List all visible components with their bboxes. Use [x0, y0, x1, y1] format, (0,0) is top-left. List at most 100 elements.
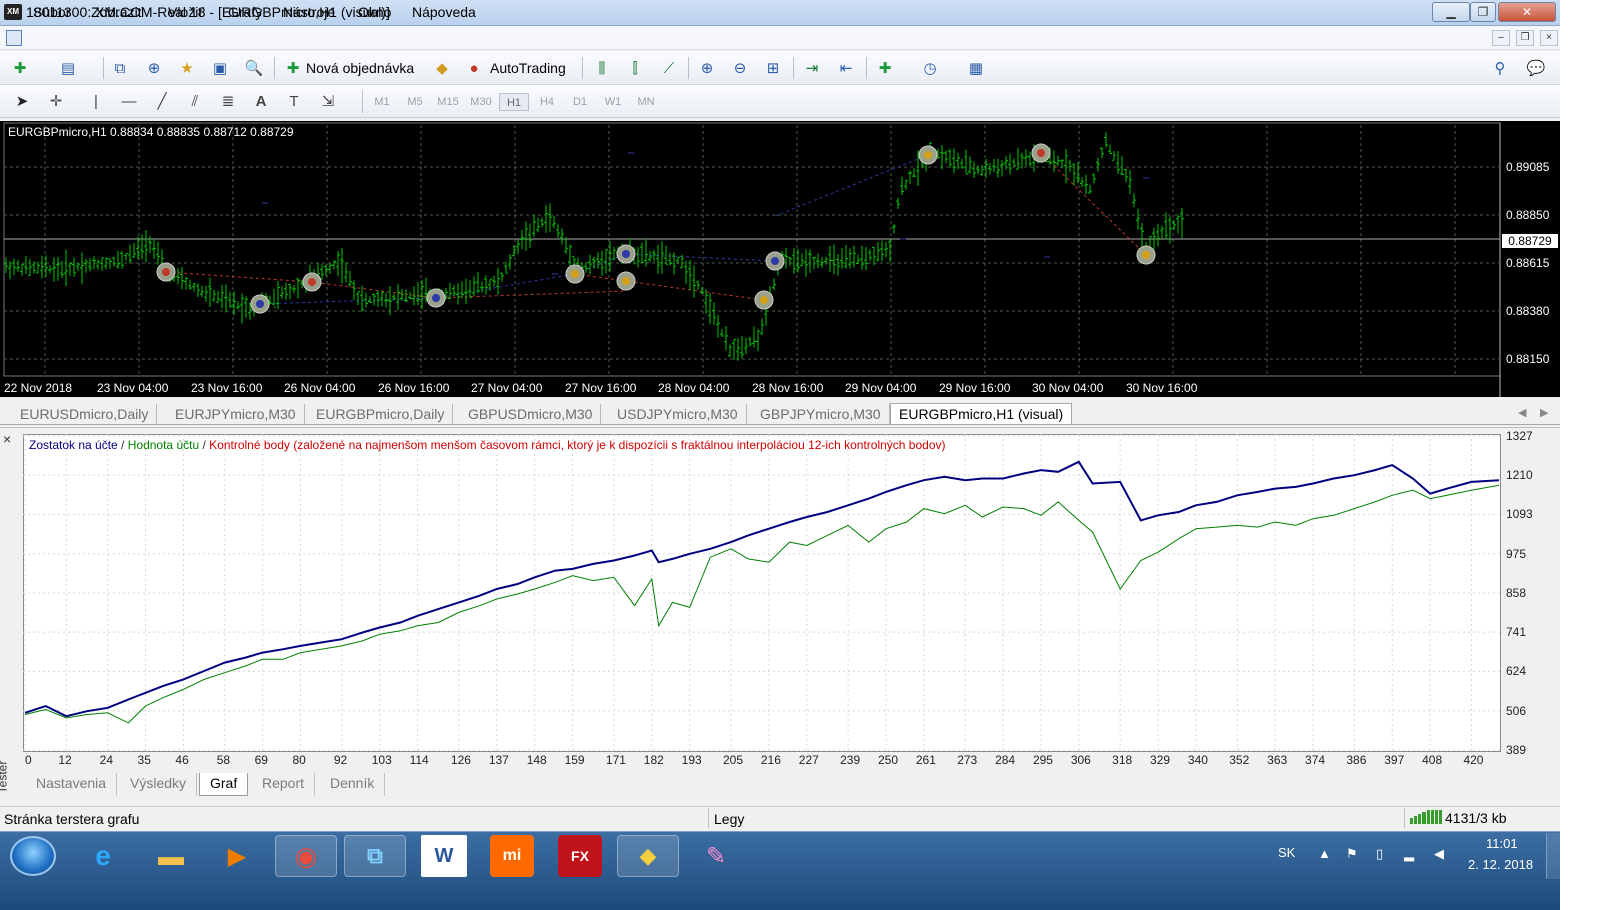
file-explorer-icon[interactable]: ▬ [140, 835, 202, 877]
chart-tab-eurgbp-daily[interactable]: EURGBPmicro,Daily [308, 404, 454, 425]
graph-x-tick-label: 137 [488, 753, 509, 767]
language-indicator[interactable]: SK [1278, 845, 1295, 860]
auto-scroll-icon[interactable]: ⇥ [800, 56, 824, 80]
chart-tab-usdjpy-m30[interactable]: USDJPYmicro,M30 [609, 404, 747, 425]
timeframe-mn[interactable]: MN [631, 93, 661, 111]
graph-y-tick-label: 1210 [1506, 468, 1533, 483]
show-desktop-button[interactable] [1546, 833, 1560, 879]
app-logo-icon[interactable]: XM [4, 4, 22, 20]
new-order-button[interactable]: Nová objednávka [306, 60, 414, 76]
tab-scroll-left-icon[interactable]: ◀ [1518, 406, 1526, 419]
arrows-icon[interactable]: ⇲ [316, 89, 340, 113]
indicators-icon[interactable]: ✚ [873, 56, 897, 80]
tile-windows-icon[interactable]: ⊞ [761, 56, 785, 80]
strategy-tester-icon[interactable]: 🔍 [242, 56, 266, 80]
toolbar-separator [793, 57, 794, 79]
graph-x-tick-label: 171 [605, 753, 626, 767]
clock-date[interactable]: 2. 12. 2018 [1468, 857, 1533, 872]
bar-chart-icon[interactable]: ⫼ [590, 56, 614, 80]
tester-tab-graph[interactable]: Graf [199, 773, 249, 796]
new-order-icon[interactable]: ✚ [281, 56, 305, 80]
text-tool-icon[interactable]: A [249, 89, 273, 113]
mdi-restore-icon[interactable]: ❐ [1516, 30, 1534, 46]
word-icon[interactable]: W [421, 835, 467, 877]
show-hidden-icons-icon[interactable]: ▲ [1318, 846, 1331, 861]
action-center-flag-icon[interactable]: ⚑ [1346, 846, 1358, 862]
maximize-icon[interactable]: ❐ [1470, 2, 1496, 22]
chart-tab-eurusd-daily[interactable]: EURUSDmicro,Daily [12, 404, 158, 425]
horizontal-line-icon[interactable]: — [117, 89, 141, 113]
chart-tab-gbpusd-m30[interactable]: GBPUSDmicro,M30 [460, 404, 602, 425]
tester-tab-results[interactable]: Výsledky [120, 773, 198, 796]
menu-file[interactable]: Súbor [33, 4, 70, 20]
tester-tab-report[interactable]: Report [252, 773, 316, 796]
close-icon[interactable]: ✕ [1498, 2, 1556, 22]
menu-charts[interactable]: Grafy [228, 4, 262, 20]
periods-icon[interactable]: ◷ [918, 56, 942, 80]
timeframe-w1[interactable]: W1 [598, 93, 628, 111]
timeframe-h4[interactable]: H4 [532, 93, 562, 111]
timeframe-m5[interactable]: M5 [400, 93, 430, 111]
volume-icon[interactable]: ◀ [1434, 846, 1444, 862]
minimize-icon[interactable]: ▁ [1432, 2, 1470, 22]
metaeditor-icon[interactable]: ◆ [430, 56, 454, 80]
zoom-in-icon[interactable]: ⊕ [695, 56, 719, 80]
device-icon[interactable]: ▯ [1376, 846, 1383, 862]
menu-window[interactable]: Okno [358, 4, 391, 20]
tester-tab-journal[interactable]: Denník [320, 773, 386, 796]
fxpro-icon[interactable]: FX [558, 835, 602, 877]
timeframe-m15[interactable]: M15 [433, 93, 463, 111]
chrome-icon[interactable]: ◉ [275, 835, 337, 877]
chart-tab-eurgbp-h1-visual[interactable]: EURGBPmicro,H1 (visual) [890, 403, 1073, 424]
data-window-icon[interactable]: ⊕ [142, 56, 166, 80]
trendline-icon[interactable]: ╱ [150, 89, 174, 113]
autotrading-icon[interactable]: ● [462, 56, 486, 80]
chart-tab-gbpjpy-m30[interactable]: GBPJPYmicro,M30 [752, 404, 890, 425]
tester-close-icon[interactable]: × [3, 431, 11, 447]
media-player-icon[interactable]: ▶ [206, 835, 268, 877]
candlestick-icon[interactable]: ⫿ [623, 56, 647, 80]
start-button-icon[interactable] [10, 836, 56, 876]
menu-insert[interactable]: Vložiť [168, 4, 204, 20]
chat-icon[interactable]: 💬 [1524, 56, 1548, 80]
profiles-icon[interactable]: ▤ [56, 56, 80, 80]
timeframe-d1[interactable]: D1 [565, 93, 595, 111]
metatrader-icon[interactable]: ◆ [617, 835, 679, 877]
chart-tab-eurjpy-m30[interactable]: EURJPYmicro,M30 [167, 404, 305, 425]
new-chart-icon[interactable]: ✚ [8, 56, 32, 80]
cursor-icon[interactable]: ➤ [10, 89, 34, 113]
mi-icon[interactable]: mi [490, 835, 534, 877]
chart-window-icon[interactable] [6, 30, 22, 46]
text-label-icon[interactable]: T [282, 89, 306, 113]
tester-tab-settings[interactable]: Nastavenia [26, 773, 118, 796]
chart-shift-icon[interactable]: ⇤ [834, 56, 858, 80]
paint-icon[interactable]: ✎ [685, 835, 747, 877]
autotrading-button[interactable]: AutoTrading [490, 60, 566, 76]
vertical-line-icon[interactable]: | [84, 89, 108, 113]
internet-explorer-icon[interactable]: e [72, 835, 134, 877]
menu-view[interactable]: Zobraziť [91, 4, 143, 20]
templates-icon[interactable]: ▦ [964, 56, 988, 80]
network-icon[interactable]: ▂ [1404, 846, 1414, 862]
terminal-icon[interactable]: ▣ [208, 56, 232, 80]
clock-time[interactable]: 11:01 [1486, 836, 1518, 851]
search-icon[interactable]: ⚲ [1488, 56, 1512, 80]
fibonacci-icon[interactable]: ≣ [216, 89, 240, 113]
menu-tools[interactable]: Nástroje [283, 4, 335, 20]
menu-help[interactable]: Nápoveda [412, 4, 476, 20]
timeframe-h1[interactable]: H1 [499, 93, 529, 111]
mdi-minimize-icon[interactable]: – [1492, 30, 1510, 46]
navigator-icon[interactable]: ★ [175, 56, 199, 80]
zoom-out-icon[interactable]: ⊖ [728, 56, 752, 80]
mdi-close-icon[interactable]: × [1540, 30, 1558, 46]
line-chart-icon[interactable]: ⟋ [657, 56, 681, 80]
connection-status-icon[interactable] [1410, 810, 1442, 824]
timeframe-m1[interactable]: M1 [367, 93, 397, 111]
price-chart-canvas[interactable] [0, 121, 1560, 397]
remote-desktop-icon[interactable]: ⧉ [344, 835, 406, 877]
crosshair-icon[interactable]: ✛ [44, 89, 68, 113]
market-watch-icon[interactable]: ⧉ [108, 56, 132, 80]
tab-scroll-right-icon[interactable]: ▶ [1540, 406, 1548, 419]
timeframe-m30[interactable]: M30 [466, 93, 496, 111]
equidistant-channel-icon[interactable]: ⫽ [183, 89, 207, 113]
